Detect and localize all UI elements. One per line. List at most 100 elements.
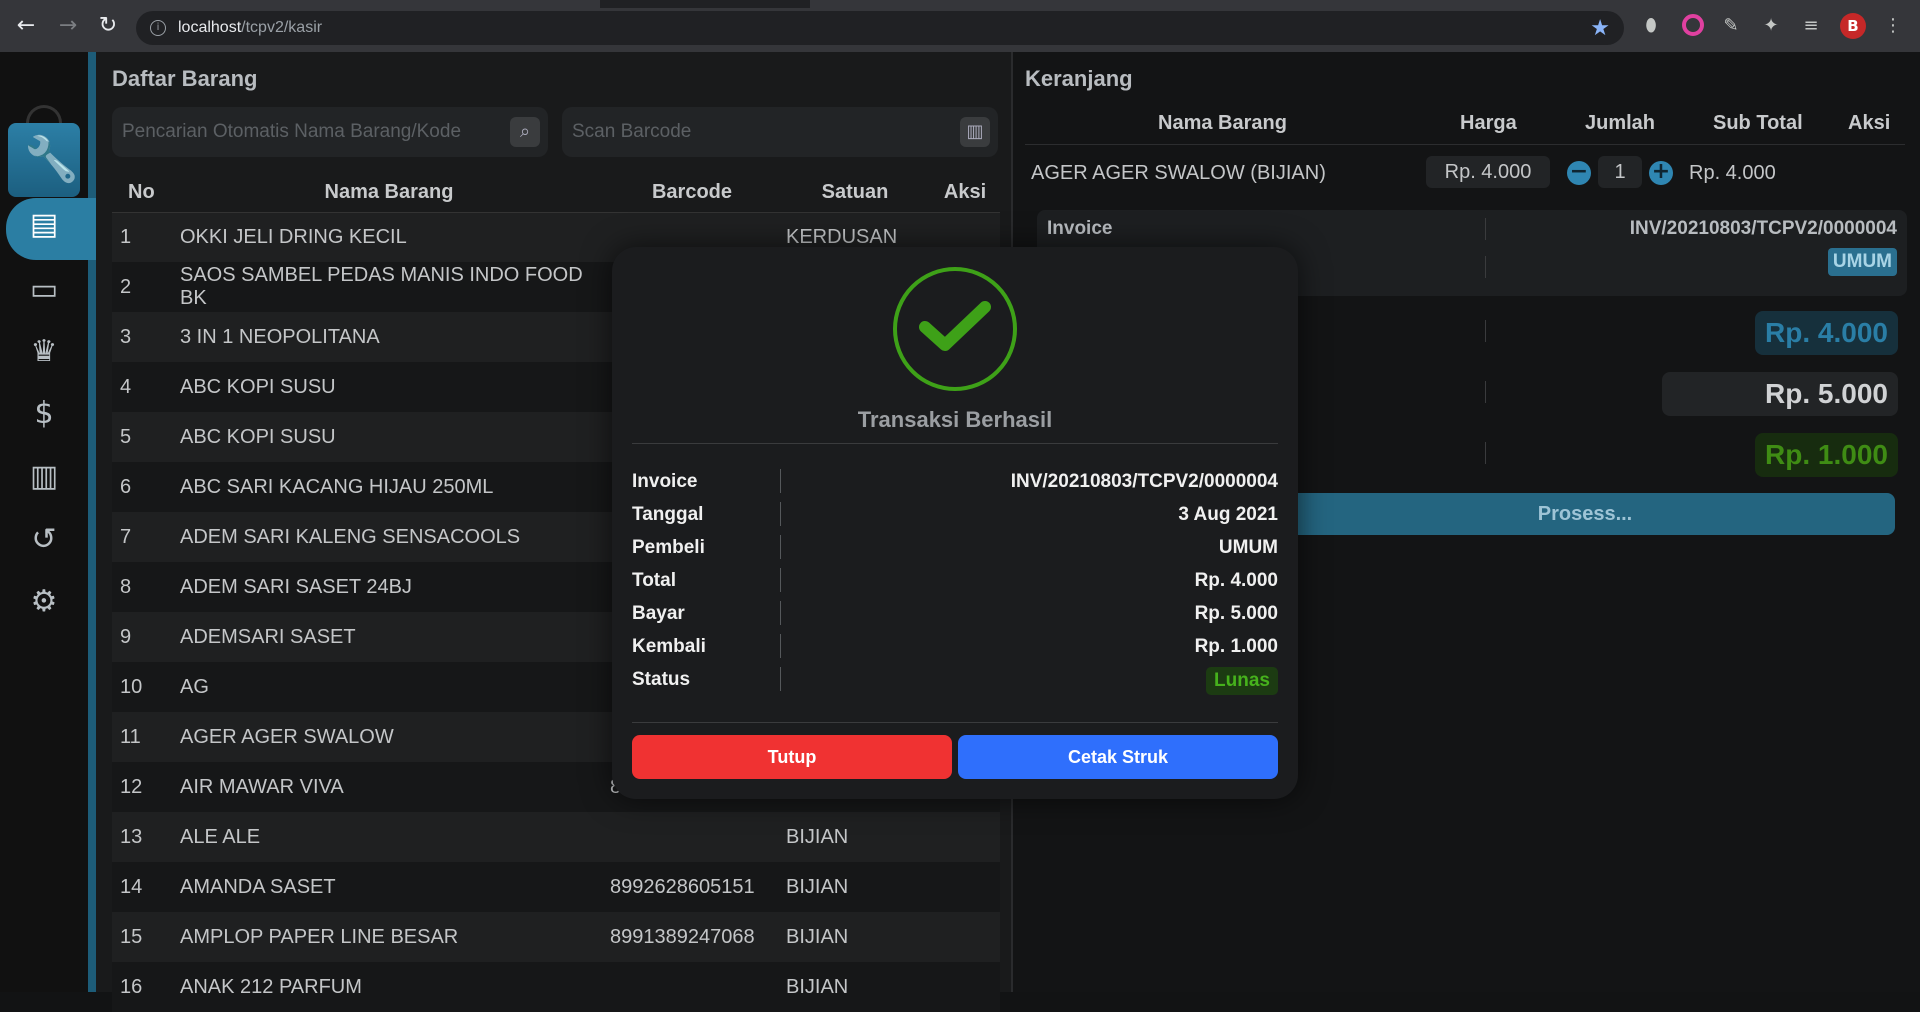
cell-satuan: BIJIAN (780, 862, 930, 912)
kembali-separator (1485, 442, 1486, 464)
product-search-box: ⌕ (112, 107, 548, 157)
cart-header-divider (1025, 144, 1905, 145)
barcode-icon[interactable]: ▥ (960, 117, 990, 147)
location-pin-icon[interactable]: ⬮ (1640, 15, 1662, 37)
col-header-no: No (112, 174, 174, 213)
pen-extension-icon[interactable]: ✎ (1720, 15, 1742, 37)
cash-register-icon[interactable]: ▤ (24, 205, 64, 245)
modal-label: Kembali (632, 636, 706, 657)
gear-icon[interactable]: ⚙ (24, 582, 64, 622)
cell-no: 16 (112, 962, 174, 1012)
table-row[interactable]: 15 AMPLOP PAPER LINE BESAR 8991389247068 BI… (112, 912, 1000, 962)
cell-no: 4 (112, 362, 174, 412)
decrease-qty-button[interactable]: − (1567, 161, 1591, 185)
browser-menu-icon[interactable]: ⋮ (1882, 15, 1904, 37)
col-header-name: Nama Barang (174, 174, 604, 213)
book-icon[interactable]: ▥ (24, 457, 64, 497)
profile-avatar[interactable]: B (1840, 13, 1866, 39)
cell-aksi[interactable] (930, 812, 1000, 862)
back-icon[interactable]: ← (14, 14, 38, 38)
modal-row-status: Status Lunas (632, 667, 1278, 699)
barcode-input[interactable] (572, 117, 942, 147)
cart-total: Rp. 4.000 (1755, 311, 1898, 355)
product-search-input[interactable] (122, 117, 492, 147)
media-control-icon[interactable]: ≡ (1800, 15, 1822, 37)
table-row[interactable]: 14 AMANDA SASET 8992628605151 BIJIAN (112, 862, 1000, 912)
modal-row-kembali: Kembali Rp. 1.000 (632, 634, 1278, 662)
cell-no: 1 (112, 212, 174, 262)
cart-item-qty[interactable]: 1 (1598, 156, 1642, 188)
cell-barcode (604, 812, 780, 862)
cell-name: ADEMSARI SASET (174, 612, 604, 662)
url-text[interactable]: localhost/tcpv2/kasir (178, 19, 322, 37)
modal-row-separator (780, 634, 781, 658)
modal-row-separator (780, 568, 781, 592)
puzzle-extensions-icon[interactable]: ✦ (1760, 15, 1782, 37)
reload-icon[interactable]: ↻ (96, 14, 120, 38)
cell-barcode: 8991389247068 (604, 912, 780, 962)
site-info-icon[interactable]: i (150, 20, 166, 36)
modal-label: Total (632, 570, 676, 591)
modal-row-tanggal: Tanggal 3 Aug 2021 (632, 502, 1278, 530)
browser-tab[interactable] (810, 0, 1920, 8)
cell-name: ANAK 212 PARFUM (174, 962, 604, 1012)
print-receipt-button[interactable]: Cetak Struk (958, 735, 1278, 779)
modal-bottom-divider (632, 722, 1278, 723)
cell-no: 5 (112, 412, 174, 462)
success-check-icon (893, 267, 1017, 391)
browser-tab[interactable] (0, 0, 600, 8)
cell-satuan: BIJIAN (780, 912, 930, 962)
cart-item-subtotal: Rp. 4.000 (1689, 162, 1776, 184)
invoice-label: Invoice (1047, 218, 1113, 239)
sidebar-stripe (88, 52, 96, 992)
process-button[interactable]: Prosess... (1275, 493, 1895, 535)
cart-bayar[interactable]: Rp. 5.000 (1662, 372, 1898, 416)
modal-value: Rp. 4.000 (1194, 570, 1278, 591)
cell-name: AGER AGER SWALOW (174, 712, 604, 762)
color-picker-extension-icon[interactable] (1682, 14, 1704, 36)
close-button[interactable]: Tutup (632, 735, 952, 779)
cell-name: AG (174, 662, 604, 712)
invoice-number: INV/20210803/TCPV2/0000004 (1629, 218, 1897, 239)
cart-col-subtotal: Sub Total (1713, 112, 1803, 134)
product-list-title: Daftar Barang (112, 66, 258, 91)
table-row[interactable]: 13 ALE ALE BIJIAN (112, 812, 1000, 862)
cell-aksi[interactable] (930, 912, 1000, 962)
modal-label: Tanggal (632, 504, 704, 525)
cell-barcode: 8992628605151 (604, 862, 780, 912)
modal-row-bayar: Bayar Rp. 5.000 (632, 601, 1278, 629)
cell-barcode (604, 962, 780, 1012)
cell-no: 6 (112, 462, 174, 512)
wrench-icon: 🔧 (24, 134, 79, 185)
cell-name: 3 IN 1 NEOPOLITANA (174, 312, 604, 362)
cell-no: 15 (112, 912, 174, 962)
modal-label: Status (632, 669, 691, 690)
table-row[interactable]: 16 ANAK 212 PARFUM BIJIAN (112, 962, 1000, 1012)
cell-aksi[interactable] (930, 962, 1000, 1012)
modal-value: UMUM (1218, 537, 1278, 558)
forward-icon[interactable]: → (56, 14, 80, 38)
cell-no: 10 (112, 662, 174, 712)
cart-col-harga: Harga (1460, 112, 1517, 134)
invoice-dollar-icon[interactable]: $ (24, 394, 64, 434)
modal-row-total: Total Rp. 4.000 (632, 568, 1278, 596)
col-header-satuan: Satuan (780, 174, 930, 213)
cell-name: SAOS SAMBEL PEDAS MANIS INDO FOOD BK (174, 262, 604, 312)
cell-name: ADEM SARI KALENG SENSACOOLS (174, 512, 604, 562)
barcode-scan-box: ▥ (562, 107, 998, 157)
increase-qty-button[interactable]: + (1649, 161, 1673, 185)
modal-label: Pembeli (632, 537, 705, 558)
cell-name: AMPLOP PAPER LINE BESAR (174, 912, 604, 962)
cell-no: 8 (112, 562, 174, 612)
invoice-separator (1485, 218, 1486, 240)
cell-aksi[interactable] (930, 862, 1000, 912)
history-icon[interactable]: ↺ (24, 520, 64, 560)
crown-icon[interactable]: ♛ (24, 332, 64, 372)
search-icon[interactable]: ⌕ (510, 117, 540, 147)
cell-no: 11 (112, 712, 174, 762)
address-bar[interactable]: i localhost/tcpv2/kasir ★ (136, 11, 1624, 45)
cell-name: AIR MAWAR VIVA (174, 762, 604, 812)
modal-value: Rp. 1.000 (1194, 636, 1278, 657)
bookmark-star-icon[interactable]: ★ (1590, 16, 1610, 41)
monitor-icon[interactable]: ▭ (24, 270, 64, 310)
